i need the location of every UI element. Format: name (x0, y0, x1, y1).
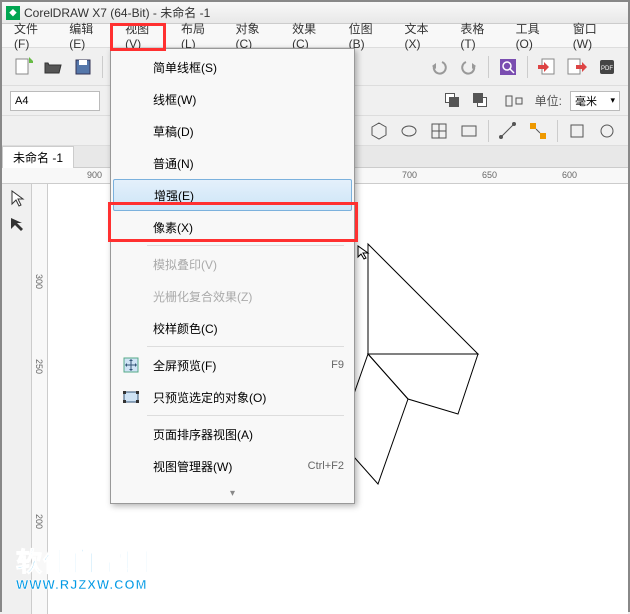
ellipse-tool[interactable] (396, 118, 422, 144)
menu-item-label: 校样颜色(C) (145, 320, 344, 337)
menu-window[interactable]: 窗口(W) (565, 17, 624, 54)
menu-item-label: 视图管理器(W) (145, 458, 308, 475)
menu-draft[interactable]: 草稿(D) (113, 115, 352, 147)
menu-view-manager[interactable]: 视图管理器(W) Ctrl+F2 (113, 450, 352, 482)
menu-item-label: 全屏预览(F) (145, 357, 331, 374)
export-button[interactable] (564, 54, 590, 80)
watermark-title: 软件自学网 (16, 542, 151, 579)
toolbar-separator (527, 56, 528, 78)
menu-rasterize-effect: 光栅化复合效果(Z) (113, 280, 352, 312)
menu-divider (147, 245, 344, 246)
menu-item-label: 普通(N) (145, 155, 344, 172)
ruler-tick: 650 (482, 170, 497, 180)
menu-preview-selected[interactable]: 只预览选定的对象(O) (113, 381, 352, 413)
circle-tool[interactable] (594, 118, 620, 144)
cursor-icon (356, 244, 372, 260)
paper-size-value: A4 (15, 95, 28, 107)
menu-item-label: 草稿(D) (145, 123, 344, 140)
unit-label: 单位: (535, 92, 562, 109)
watermark-url: WWW.RJZXW.COM (16, 577, 151, 592)
import-button[interactable] (534, 54, 560, 80)
menu-file[interactable]: 文件(F) (6, 17, 61, 54)
open-button[interactable] (40, 54, 66, 80)
toolbar-separator (557, 120, 558, 142)
menu-fullscreen-preview[interactable]: 全屏预览(F) F9 (113, 349, 352, 381)
menu-table[interactable]: 表格(T) (452, 17, 507, 54)
document-tab[interactable]: 未命名 -1 (2, 146, 74, 168)
ruler-tick: 900 (87, 170, 102, 180)
toolbar-separator (102, 56, 103, 78)
new-doc-button[interactable] (10, 54, 36, 80)
connector-tool[interactable] (525, 118, 551, 144)
align-icon[interactable] (501, 88, 527, 114)
menu-item-label: 简单线框(S) (145, 59, 344, 76)
watermark: 软件自学网 WWW.RJZXW.COM (16, 542, 151, 592)
menu-item-label: 只预览选定的对象(O) (145, 389, 344, 406)
view-dropdown-menu: 简单线框(S) 线框(W) 草稿(D) 普通(N) 增强(E) 像素(X) 模拟… (110, 48, 355, 504)
arrange-back-icon[interactable] (473, 93, 493, 109)
save-button[interactable] (70, 54, 96, 80)
menu-shortcut: Ctrl+F2 (308, 460, 344, 472)
ruler-tick: 600 (562, 170, 577, 180)
menu-bar: 文件(F) 编辑(E) 视图(V) 布局(L) 对象(C) 效果(C) 位图(B… (2, 24, 628, 48)
unit-select[interactable]: 毫米 ▾ (570, 91, 620, 111)
rect-tool[interactable] (456, 118, 482, 144)
ruler-tick: 200 (34, 514, 44, 529)
menu-item-label: 像素(X) (145, 219, 344, 236)
undo-button[interactable] (426, 54, 452, 80)
fullscreen-icon (117, 356, 145, 374)
menu-edit[interactable]: 编辑(E) (61, 17, 117, 54)
pick-tool[interactable] (5, 186, 29, 210)
redo-button[interactable] (456, 54, 482, 80)
paper-size-select[interactable]: A4 (10, 91, 100, 111)
menu-proof-color[interactable]: 校样颜色(C) (113, 312, 352, 344)
menu-normal[interactable]: 普通(N) (113, 147, 352, 179)
menu-tools[interactable]: 工具(O) (508, 17, 565, 54)
ruler-tick: 300 (34, 274, 44, 289)
menu-item-label: 光栅化复合效果(Z) (145, 288, 344, 305)
menu-item-label: 增强(E) (146, 187, 343, 204)
menu-shortcut: F9 (331, 359, 344, 371)
chevron-down-icon: ▾ (610, 95, 615, 106)
menu-enhanced[interactable]: 增强(E) (113, 179, 352, 211)
ruler-tick: 700 (402, 170, 417, 180)
dimension-tool[interactable] (495, 118, 521, 144)
menu-pixel[interactable]: 像素(X) (113, 211, 352, 243)
toolbar-separator (488, 120, 489, 142)
menu-item-label: 模拟叠印(V) (145, 256, 344, 273)
unit-value: 毫米 (575, 93, 597, 109)
arrange-front-icon[interactable] (445, 93, 465, 109)
menu-text[interactable]: 文本(X) (396, 17, 452, 54)
menu-page-sorter[interactable]: 页面排序器视图(A) (113, 418, 352, 450)
menu-simple-wireframe[interactable]: 简单线框(S) (113, 51, 352, 83)
svg-text:PDF: PDF (601, 66, 613, 72)
menu-divider (147, 346, 344, 347)
hexagon-tool[interactable] (366, 118, 392, 144)
preview-selected-icon (117, 388, 145, 406)
toolbar-separator (488, 56, 489, 78)
menu-wireframe[interactable]: 线框(W) (113, 83, 352, 115)
menu-item-label: 线框(W) (145, 91, 344, 108)
menu-divider (147, 415, 344, 416)
ruler-tick: 250 (34, 359, 44, 374)
pdf-export-button[interactable]: PDF (594, 54, 620, 80)
menu-simulate-overprint: 模拟叠印(V) (113, 248, 352, 280)
shape-tool[interactable] (5, 212, 29, 236)
search-button[interactable] (495, 54, 521, 80)
menu-more-indicator[interactable]: ▾ (113, 486, 352, 501)
square-tool[interactable] (564, 118, 590, 144)
grid-tool[interactable] (426, 118, 452, 144)
menu-item-label: 页面排序器视图(A) (145, 426, 344, 443)
